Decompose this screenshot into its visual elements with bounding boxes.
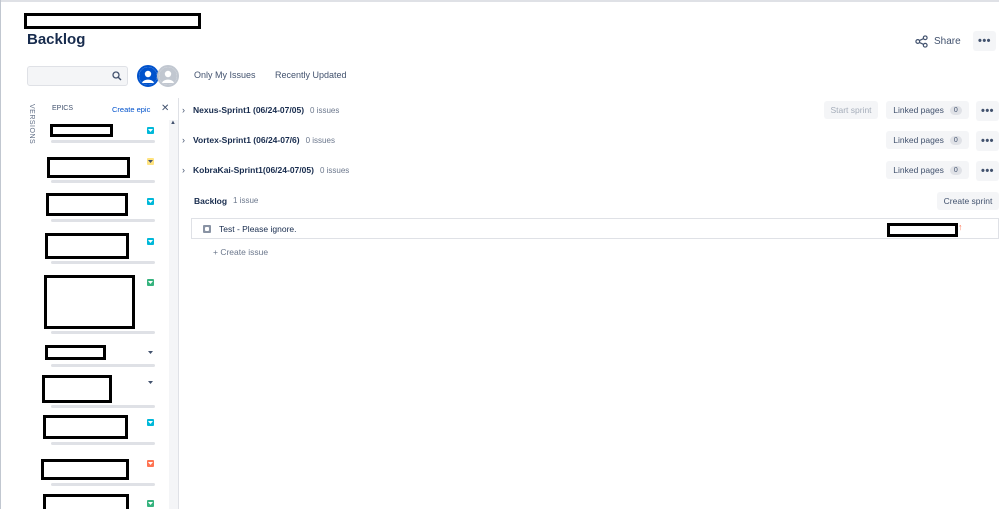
redacted-epic-name — [41, 459, 129, 480]
left-border — [0, 0, 1, 509]
sprint-issue-count: 0 issues — [310, 105, 340, 115]
linked-pages-button[interactable]: Linked pages 0 — [886, 161, 969, 179]
sprint-name: Nexus-Sprint1 (06/24-07/05) — [193, 105, 305, 115]
page-more-button[interactable]: ••• — [973, 31, 996, 51]
epics-label: EPICS — [52, 105, 74, 112]
epic-color-dropdown[interactable] — [147, 419, 154, 426]
close-icon[interactable]: ✕ — [161, 103, 169, 114]
linked-pages-label: Linked pages — [893, 105, 944, 115]
sprint-more-button[interactable]: ••• — [976, 161, 999, 181]
avatar[interactable] — [137, 65, 159, 87]
priority-high-icon: ↑ — [958, 222, 963, 232]
redacted-epic-name — [46, 193, 128, 216]
epic-progress — [51, 364, 155, 367]
epic-color-dropdown[interactable] — [147, 238, 154, 245]
linked-pages-count: 0 — [949, 105, 962, 115]
start-sprint-button[interactable]: Start sprint — [824, 101, 878, 119]
epic-color-dropdown[interactable] — [147, 500, 154, 507]
quick-filter-recently-updated[interactable]: Recently Updated — [275, 70, 347, 80]
redacted-breadcrumb — [24, 13, 201, 29]
share-label: Share — [934, 35, 961, 47]
redacted-epic-name — [43, 415, 128, 439]
backlog-title: Backlog — [194, 196, 228, 206]
redacted-epic-name — [42, 375, 112, 403]
chevron-right-icon[interactable]: › — [182, 135, 193, 145]
redacted-epic-name — [43, 494, 129, 509]
sprint-header-vortex[interactable]: › Vortex-Sprint1 (06/24-07/6) 0 issues — [182, 130, 335, 150]
versions-tab[interactable]: VERSIONS — [28, 104, 35, 144]
create-epic-link[interactable]: Create epic — [112, 105, 150, 114]
chevron-down-icon — [148, 381, 153, 384]
linked-pages-label: Linked pages — [893, 165, 944, 175]
epic-color-dropdown[interactable] — [147, 349, 154, 356]
chevron-down-icon — [148, 160, 153, 163]
create-issue-button[interactable]: + Create issue — [213, 247, 268, 257]
chevron-right-icon[interactable]: › — [182, 105, 193, 115]
redacted-epic-name — [47, 157, 130, 178]
backlog-issue-count: 1 issue — [233, 196, 259, 205]
chevron-down-icon — [148, 129, 153, 132]
user-avatar-icon — [139, 67, 157, 85]
sprint-issue-count: 0 issues — [319, 165, 350, 175]
create-sprint-button[interactable]: Create sprint — [937, 192, 999, 210]
epics-scrollbar[interactable] — [169, 120, 178, 509]
chevron-down-icon — [148, 240, 153, 243]
epic-progress — [51, 261, 155, 264]
sprint-header-kobrakai[interactable]: › KobraKai-Sprint1(06/24-07/05) 0 issues — [182, 160, 349, 180]
epic-color-dropdown[interactable] — [147, 279, 154, 286]
quick-filter-only-my-issues[interactable]: Only My Issues — [194, 70, 256, 80]
chevron-down-icon — [148, 351, 153, 354]
linked-pages-count: 0 — [949, 135, 962, 145]
sprint-name: KobraKai-Sprint1(06/24-07/05) — [193, 165, 314, 175]
linked-pages-button[interactable]: Linked pages 0 — [886, 131, 969, 149]
sprint-name: Vortex-Sprint1 (06/24-07/6) — [193, 135, 300, 145]
sprint-header-nexus[interactable]: › Nexus-Sprint1 (06/24-07/05) 0 issues — [182, 100, 339, 120]
user-avatar-icon — [159, 67, 177, 85]
redacted-issue-meta — [887, 223, 958, 237]
epic-color-dropdown[interactable] — [147, 127, 154, 134]
epic-progress — [51, 483, 155, 486]
epic-color-dropdown[interactable] — [147, 198, 154, 205]
epic-color-dropdown[interactable] — [147, 460, 154, 467]
epic-progress — [51, 331, 155, 334]
issue-summary: Test - Please ignore. — [219, 224, 297, 234]
page-title: Backlog — [27, 31, 86, 48]
top-border — [0, 0, 999, 2]
linked-pages-count: 0 — [949, 165, 962, 175]
search-input[interactable] — [27, 66, 128, 86]
sprint-issue-count: 0 issues — [305, 135, 335, 145]
task-type-icon — [203, 225, 211, 233]
chevron-down-icon — [148, 462, 153, 465]
epic-progress — [51, 442, 155, 445]
epic-progress — [51, 219, 155, 222]
share-icon — [915, 34, 928, 48]
chevron-down-icon — [148, 200, 153, 203]
epic-color-dropdown[interactable] — [147, 379, 154, 386]
table-row[interactable]: Test - Please ignore. ↑ — [191, 218, 999, 239]
linked-pages-button[interactable]: Linked pages 0 — [886, 101, 969, 119]
redacted-epic-name — [44, 275, 135, 329]
redacted-epic-name — [50, 124, 113, 137]
chevron-down-icon — [148, 421, 153, 424]
linked-pages-label: Linked pages — [893, 135, 944, 145]
sprint-more-button[interactable]: ••• — [976, 131, 999, 151]
scroll-up-icon[interactable]: ▲ — [170, 120, 176, 126]
sprint-more-button[interactable]: ••• — [976, 101, 999, 121]
chevron-down-icon — [148, 502, 153, 505]
panel-divider — [178, 98, 179, 509]
epic-progress — [51, 140, 155, 143]
search-icon — [112, 71, 122, 81]
redacted-epic-name — [45, 233, 129, 259]
share-button[interactable]: Share — [915, 33, 961, 49]
redacted-epic-name — [45, 345, 106, 360]
epic-progress — [51, 180, 155, 183]
chevron-down-icon — [148, 281, 153, 284]
avatar[interactable] — [157, 65, 179, 87]
epic-progress — [51, 405, 155, 408]
epic-color-dropdown[interactable] — [147, 158, 154, 165]
chevron-right-icon[interactable]: › — [182, 165, 193, 175]
